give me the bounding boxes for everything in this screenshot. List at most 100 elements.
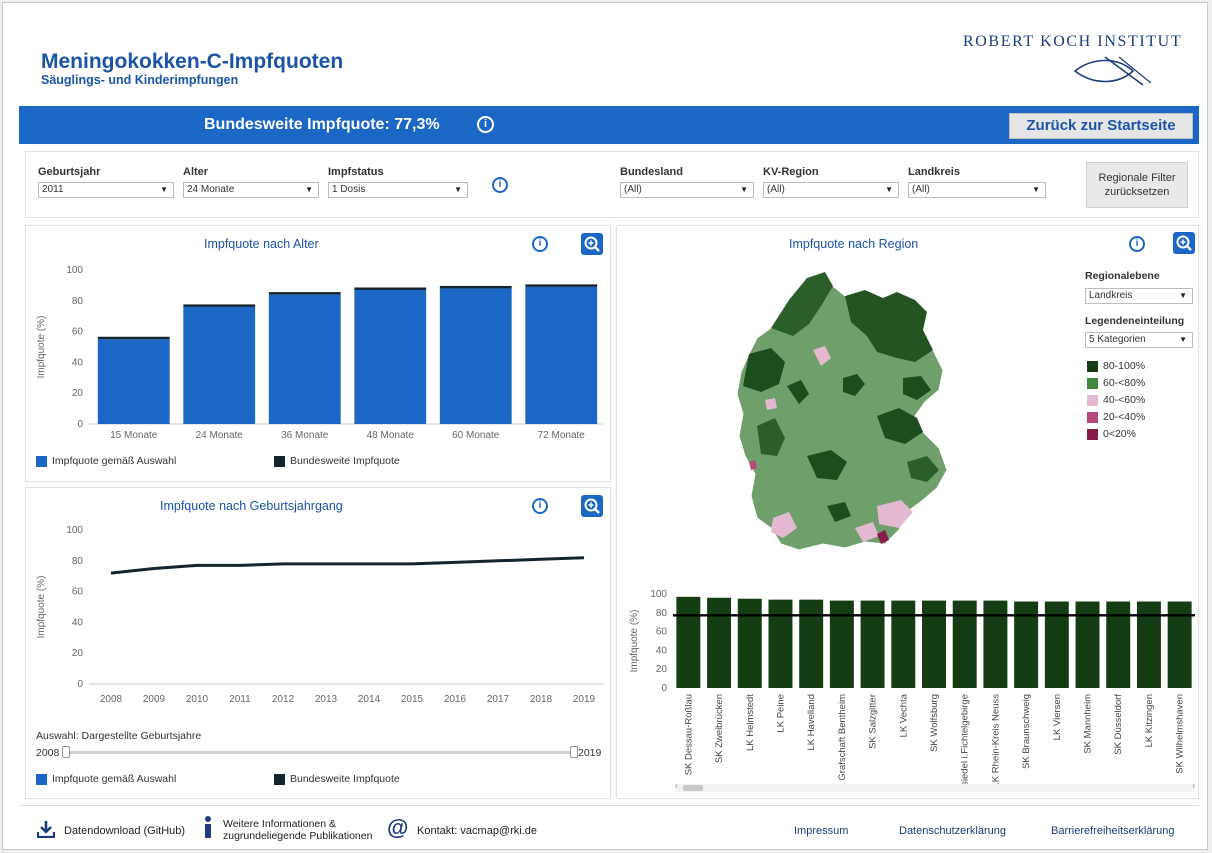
contact-link[interactable]: Kontakt: vacmap@rki.de: [417, 825, 537, 837]
cohort-line-chart: 0 20 40 60 80 100 Impfquote (%) 2008 2009 2010 201…: [36, 525, 604, 705]
legend-swatch-national: [274, 456, 285, 467]
legend-national-label: Bundesweite Impfquote: [290, 455, 400, 467]
x-tick-label: LK Rhein-Kreis Neuss: [990, 694, 1001, 788]
more-info-line2: zugrundeliegende Publikationen: [223, 830, 373, 842]
info-icon[interactable]: i: [477, 116, 494, 133]
filter-geburtsjahr: Geburtsjahr 2011 ▼: [38, 166, 174, 198]
info-icon[interactable]: i: [532, 498, 548, 514]
filter-label: Landkreis: [908, 166, 960, 178]
zoom-icon[interactable]: [581, 233, 603, 255]
x-tick-label: 2015: [401, 694, 424, 705]
x-tick-label: 60 Monate: [452, 430, 500, 441]
y-tick-label: 20: [656, 664, 668, 675]
region-bar: [707, 597, 732, 688]
y-tick-label: 20: [72, 648, 84, 659]
age-bar: [525, 286, 598, 424]
region-level-select[interactable]: Landkreis ▼: [1085, 288, 1193, 304]
caret-down-icon: ▼: [885, 185, 893, 194]
region-panel: Impfquote nach Region i Regionalebene La…: [616, 225, 1199, 799]
data-download-link[interactable]: Datendownload (GitHub): [64, 825, 185, 837]
map-legend-label: 20-<40%: [1103, 411, 1146, 423]
slider-handle-start[interactable]: [62, 746, 70, 758]
more-info-link[interactable]: Weitere Informationen & zugrundeliegende…: [223, 818, 372, 842]
info-icon[interactable]: i: [492, 177, 508, 193]
x-tick-label: LK Peine: [775, 694, 786, 733]
germany-choropleth-map[interactable]: [727, 266, 997, 576]
y-axis-label: Impfquote (%): [36, 316, 47, 379]
caret-down-icon: ▼: [305, 185, 313, 194]
filter-label: Geburtsjahr: [38, 166, 101, 178]
slider-start-label: 2008: [36, 747, 60, 759]
national-rate-line: [110, 556, 585, 575]
accessibility-link[interactable]: Barrierefreiheitserklärung: [1051, 825, 1175, 837]
x-tick-label: 2016: [444, 694, 467, 705]
x-tick-label: 2017: [487, 694, 510, 705]
zoom-icon[interactable]: [1173, 232, 1195, 254]
kv-region-select[interactable]: (All) ▼: [763, 182, 899, 198]
rki-logo: ROBERT KOCH INSTITUT: [963, 33, 1195, 95]
more-info-line1: Weitere Informationen &: [223, 818, 337, 830]
impfstatus-select[interactable]: 1 Dosis ▼: [328, 182, 468, 198]
zoom-icon[interactable]: [581, 495, 603, 517]
rki-logo-text: ROBERT KOCH INSTITUT: [963, 33, 1183, 50]
map-legend-swatch: [1087, 412, 1098, 423]
x-tick-label: 2012: [272, 694, 295, 705]
region-bar: [860, 600, 885, 688]
map-legend-swatch: [1087, 378, 1098, 389]
filter-label: KV-Region: [763, 166, 819, 178]
bundesland-select[interactable]: (All) ▼: [620, 182, 754, 198]
national-rate-marker: [525, 284, 598, 287]
map-legend-label: 60-<80%: [1103, 377, 1146, 389]
y-tick-label: 60: [72, 587, 84, 598]
map-legend-label: 80-100%: [1103, 360, 1146, 372]
region-bar: [737, 598, 762, 688]
scroll-right-icon[interactable]: ›: [1192, 781, 1195, 790]
horizontal-scrollbar[interactable]: ‹ ›: [675, 781, 1195, 792]
privacy-link[interactable]: Datenschutzerklärung: [899, 825, 1006, 837]
reset-regional-filters-button[interactable]: Regionale Filter zurücksetzen: [1086, 162, 1188, 208]
page-frame: Meningokokken-C-Impfquoten Säuglings- un…: [2, 2, 1208, 850]
download-icon[interactable]: [37, 820, 55, 838]
select-value: Landkreis: [1089, 290, 1133, 301]
y-tick-label: 100: [66, 525, 83, 536]
region-bar-chart: 0 20 40 60 80 100 Impfquote (%) SK Dessau-Roßla…: [629, 589, 1195, 792]
filter-alter: Alter 24 Monate ▼: [183, 166, 319, 198]
cohort-chart-title: Impfquote nach Geburtsjahrgang: [160, 499, 343, 513]
x-tick-label: SK Wolfsburg: [929, 694, 940, 752]
age-bar: [439, 288, 512, 424]
info-icon[interactable]: i: [532, 236, 548, 252]
page-subtitle: Säuglings- und Kinderimpfungen: [41, 73, 239, 87]
alter-select[interactable]: 24 Monate ▼: [183, 182, 319, 198]
back-to-start-button[interactable]: Zurück zur Startseite: [1009, 113, 1193, 139]
y-tick-label: 80: [72, 296, 84, 307]
scrollbar-thumb[interactable]: [683, 785, 703, 791]
filter-bundesland: Bundesland (All) ▼: [620, 166, 754, 198]
footer: Datendownload (GitHub) Weitere Informati…: [19, 805, 1199, 851]
filter-impfstatus: Impfstatus 1 Dosis ▼: [328, 166, 468, 198]
page-title: Meningokokken-C-Impfquoten: [41, 50, 344, 73]
national-rate-band: Bundesweite Impfquote: 77,3% i Zurück zu…: [19, 106, 1199, 144]
slider-handle-end[interactable]: [570, 746, 578, 758]
landkreis-select[interactable]: (All) ▼: [908, 182, 1046, 198]
year-range-slider-track[interactable]: [66, 751, 574, 754]
information-icon: [205, 816, 211, 838]
x-tick-label: LK Helmstedt: [745, 694, 756, 751]
age-bar: [268, 294, 341, 424]
geburtsjahr-select[interactable]: 2011 ▼: [38, 182, 174, 198]
x-tick-label: 15 Monate: [110, 430, 158, 441]
magnifier-plus-icon: [1176, 235, 1192, 251]
legend-swatch-selection: [36, 456, 47, 467]
x-tick-label: LK Viersen: [1052, 694, 1063, 740]
y-axis-label: Impfquote (%): [36, 576, 47, 639]
scroll-left-icon[interactable]: ‹: [675, 781, 678, 790]
select-value: (All): [624, 184, 642, 195]
filter-panel: Geburtsjahr 2011 ▼ Alter 24 Monate ▼ Impfs…: [25, 151, 1199, 218]
legend-scheme-select[interactable]: 5 Kategorien ▼: [1085, 332, 1193, 348]
national-rate-text: Bundesweite Impfquote: 77,3%: [204, 116, 440, 133]
info-icon[interactable]: i: [1129, 236, 1145, 252]
y-axis-label: Impfquote (%): [629, 610, 640, 673]
impressum-link[interactable]: Impressum: [794, 825, 848, 837]
x-tick-label: 2013: [315, 694, 338, 705]
cohort-chart-panel: Impfquote nach Geburtsjahrgang i 0 20 40 60…: [25, 487, 611, 799]
select-value: 2011: [42, 184, 64, 195]
